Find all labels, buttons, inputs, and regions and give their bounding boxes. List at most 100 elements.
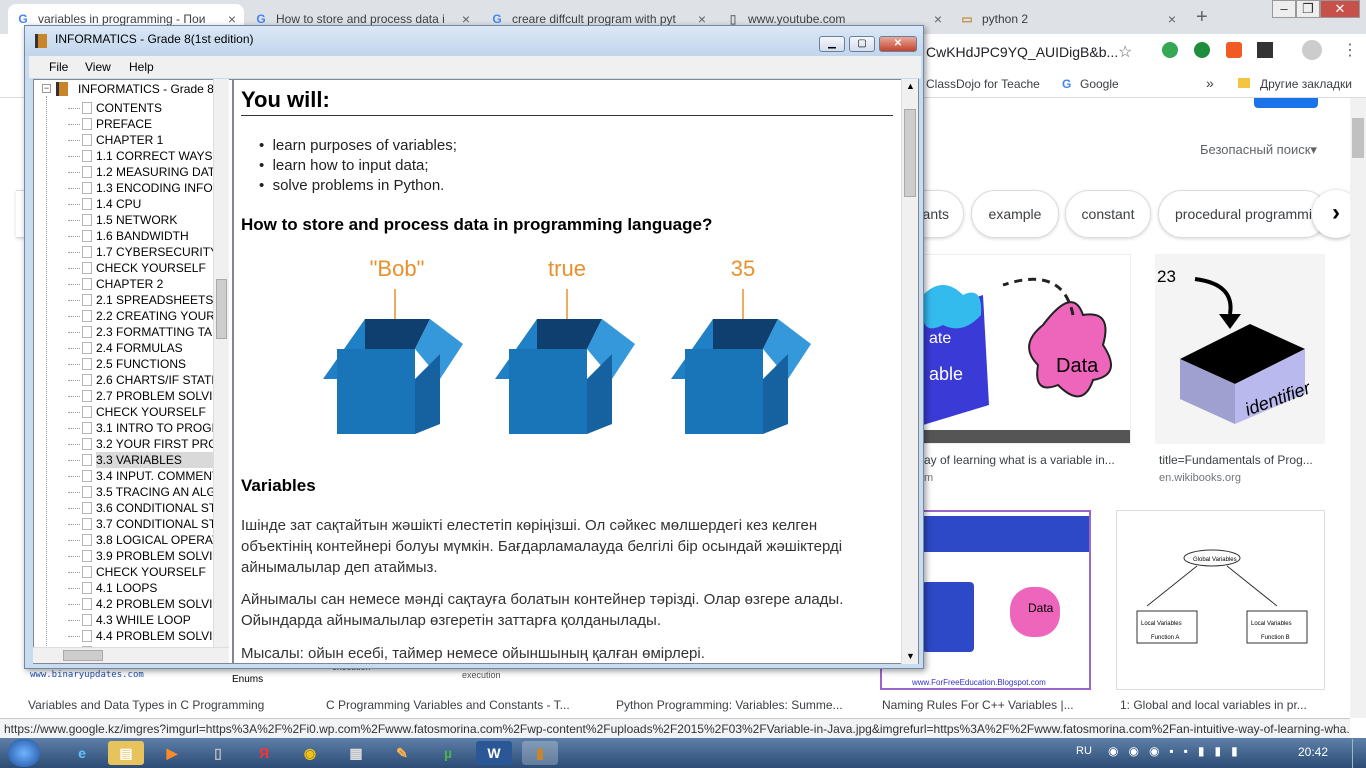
toc-item[interactable]: 4.3 WHILE LOOP [96,612,218,628]
scroll-up-icon[interactable]: ▲ [906,81,915,91]
toc-item[interactable]: 4.4 PROBLEM SOLVING [96,628,218,644]
toc-item[interactable]: 3.6 CONDITIONAL STAT [96,500,218,516]
toc-item[interactable]: 4.1 LOOPS [96,580,218,596]
browser-tab-5[interactable]: ▭ python 2 × [952,4,1184,34]
toc-root[interactable]: INFORMATICS - Grade 8(1st [78,82,218,96]
calculator-icon[interactable]: ▦ [338,741,374,765]
toc-item[interactable]: 2.5 FUNCTIONS [96,356,218,372]
toc-item[interactable]: CHECK YOURSELF [96,404,218,420]
toc-item[interactable]: 1.2 MEASURING DATA: [96,164,218,180]
language-indicator[interactable]: RU [1076,745,1092,757]
toc-item[interactable]: 2.4 FORMULAS [96,340,218,356]
maximize-icon[interactable]: ❐ [1296,0,1320,18]
menu-icon[interactable]: ⋮ [1342,40,1358,60]
media-player-icon[interactable]: ▶ [154,741,190,765]
toc-item[interactable]: 2.1 SPREADSHEETS [96,292,218,308]
toc-item[interactable]: CHECK YOURSELF [96,564,218,580]
toc-item[interactable]: 1.4 CPU [96,196,218,212]
toc-item[interactable]: PREFACE [96,116,218,132]
clock[interactable]: 20:42 [1298,745,1328,759]
new-tab-button[interactable]: + [1196,6,1208,29]
toc-item[interactable]: 3.1 INTRO TO PROGRA [96,420,218,436]
menu-file[interactable]: File [49,60,68,74]
content-scrollbar[interactable]: ▲ ▼ [901,79,918,664]
toc-item[interactable]: 2.2 CREATING YOUR F [96,308,218,324]
scroll-down-icon[interactable]: ▼ [906,651,915,661]
safe-search-toggle[interactable]: Безопасный поиск▾ [1200,142,1317,158]
toc-item[interactable]: CHECK YOURSELF [96,260,218,276]
bookmark-google[interactable]: Google [1080,77,1119,91]
toc-item[interactable]: 3.2 YOUR FIRST PROG [96,436,218,452]
toc-item[interactable]: 3.7 CONDITIONAL STAT [96,516,218,532]
explorer-icon[interactable]: ▤ [108,741,144,765]
extension-icon[interactable] [1162,42,1178,58]
help-viewer-icon[interactable]: ▮ [522,741,558,765]
utorrent-icon[interactable]: µ [430,741,466,765]
menu-view[interactable]: View [85,60,111,74]
toc-item[interactable]: 1.7 CYBERSECURITY [96,244,218,260]
word-icon[interactable]: W [476,741,512,765]
scrollbar-thumb[interactable] [216,279,227,339]
toc-item[interactable]: 2.3 FORMATTING TABL [96,324,218,340]
toc-item[interactable]: 3.4 INPUT. COMMENTS [96,468,218,484]
show-desktop-button[interactable] [1352,739,1366,768]
start-button[interactable] [8,739,40,767]
toc-item[interactable]: 3.3 VARIABLES [96,452,218,468]
bookmark-classdojo[interactable]: ClassDojo for Teache [926,77,1040,91]
close-icon[interactable]: ✕ [879,36,917,52]
toc-item[interactable]: 2.6 CHARTS/IF STATEN [96,372,218,388]
result-thumbnail[interactable]: Global Variables Local Variables Local V… [1116,510,1325,690]
bookmark-other[interactable]: Другие закладки [1260,77,1352,91]
result-caption[interactable]: 1: Global and local variables in pr... [1120,698,1326,712]
toc-item[interactable]: 3.8 LOGICAL OPERATO [96,532,218,548]
toc-item[interactable]: CHAPTER 2 [96,276,218,292]
close-tab-icon[interactable]: × [934,11,942,27]
result-thumbnail[interactable]: able ate Data [922,254,1131,444]
toc-item[interactable]: 3.5 TRACING AN ALGO [96,484,218,500]
result-caption[interactable]: Naming Rules For C++ Variables |... [882,698,1092,712]
paint-icon[interactable]: ✎ [384,741,420,765]
maximize-icon[interactable]: ▢ [849,36,875,52]
result-caption[interactable]: Variables and Data Types in C Programmin… [28,698,298,712]
star-icon[interactable]: ☆ [1118,42,1132,62]
result-caption[interactable]: ay of learning what is a variable in... [924,453,1130,467]
toc-item[interactable]: CHAPTER 1 [96,132,218,148]
tray-icons[interactable]: ◉◉◉▪▪▮▮▮ [1108,744,1248,758]
toc-item[interactable]: CONTENTS [96,100,218,116]
toc-tree[interactable]: − INFORMATICS - Grade 8(1st CONTENTSPREF… [33,79,233,664]
search-button[interactable] [1254,98,1318,108]
more-bookmarks-button[interactable]: » [1206,75,1214,91]
toc-horizontal-scrollbar[interactable] [33,647,229,663]
brave-icon[interactable] [1226,42,1242,58]
minimize-icon[interactable]: – [1272,0,1296,18]
collapse-icon[interactable]: − [42,84,51,93]
toc-item[interactable]: 3.9 PROBLEM SOLVING [96,548,218,564]
extension-icon[interactable] [1194,42,1210,58]
chip-example[interactable]: example [971,190,1059,238]
result-thumbnail[interactable]: 23 identifier [1155,254,1325,444]
toc-item[interactable]: 2.7 PROBLEM SOLVING [96,388,218,404]
notepad-icon[interactable]: ▯ [200,741,236,765]
toc-item[interactable]: 1.3 ENCODING INFORM [96,180,218,196]
result-caption[interactable]: Python Programming: Variables: Summe... [616,698,856,712]
toc-item[interactable]: 4.2 PROBLEM SOLVING [96,596,218,612]
minimize-icon[interactable]: ▁ [819,36,845,52]
news-icon[interactable] [1257,42,1273,58]
menu-help[interactable]: Help [129,60,154,74]
yandex-icon[interactable]: Я [246,741,282,765]
result-caption[interactable]: title=Fundamentals of Prog... [1159,453,1329,467]
toc-item[interactable]: 1.6 BANDWIDTH [96,228,218,244]
result-caption[interactable]: C Programming Variables and Constants - … [326,698,586,712]
toc-scrollbar[interactable] [213,79,229,649]
chip-constant[interactable]: constant [1065,190,1151,238]
toc-item[interactable]: 1.1 CORRECT WAYS O [96,148,218,164]
close-icon[interactable]: ✕ [1320,0,1360,18]
address-bar[interactable]: CwKHdJPC9YQ_AUIDigB&b... [926,44,1118,60]
scrollbar-thumb[interactable] [904,109,916,197]
scrollbar-thumb[interactable] [63,650,103,661]
chrome-icon[interactable]: ◉ [292,741,328,765]
chip-procedural[interactable]: procedural programmi [1158,190,1328,238]
page-scrollbar[interactable] [1350,98,1366,718]
window-titlebar[interactable]: INFORMATICS - Grade 8(1st edition) ▁ ▢ ✕ [25,26,923,56]
avatar[interactable] [1302,40,1322,60]
